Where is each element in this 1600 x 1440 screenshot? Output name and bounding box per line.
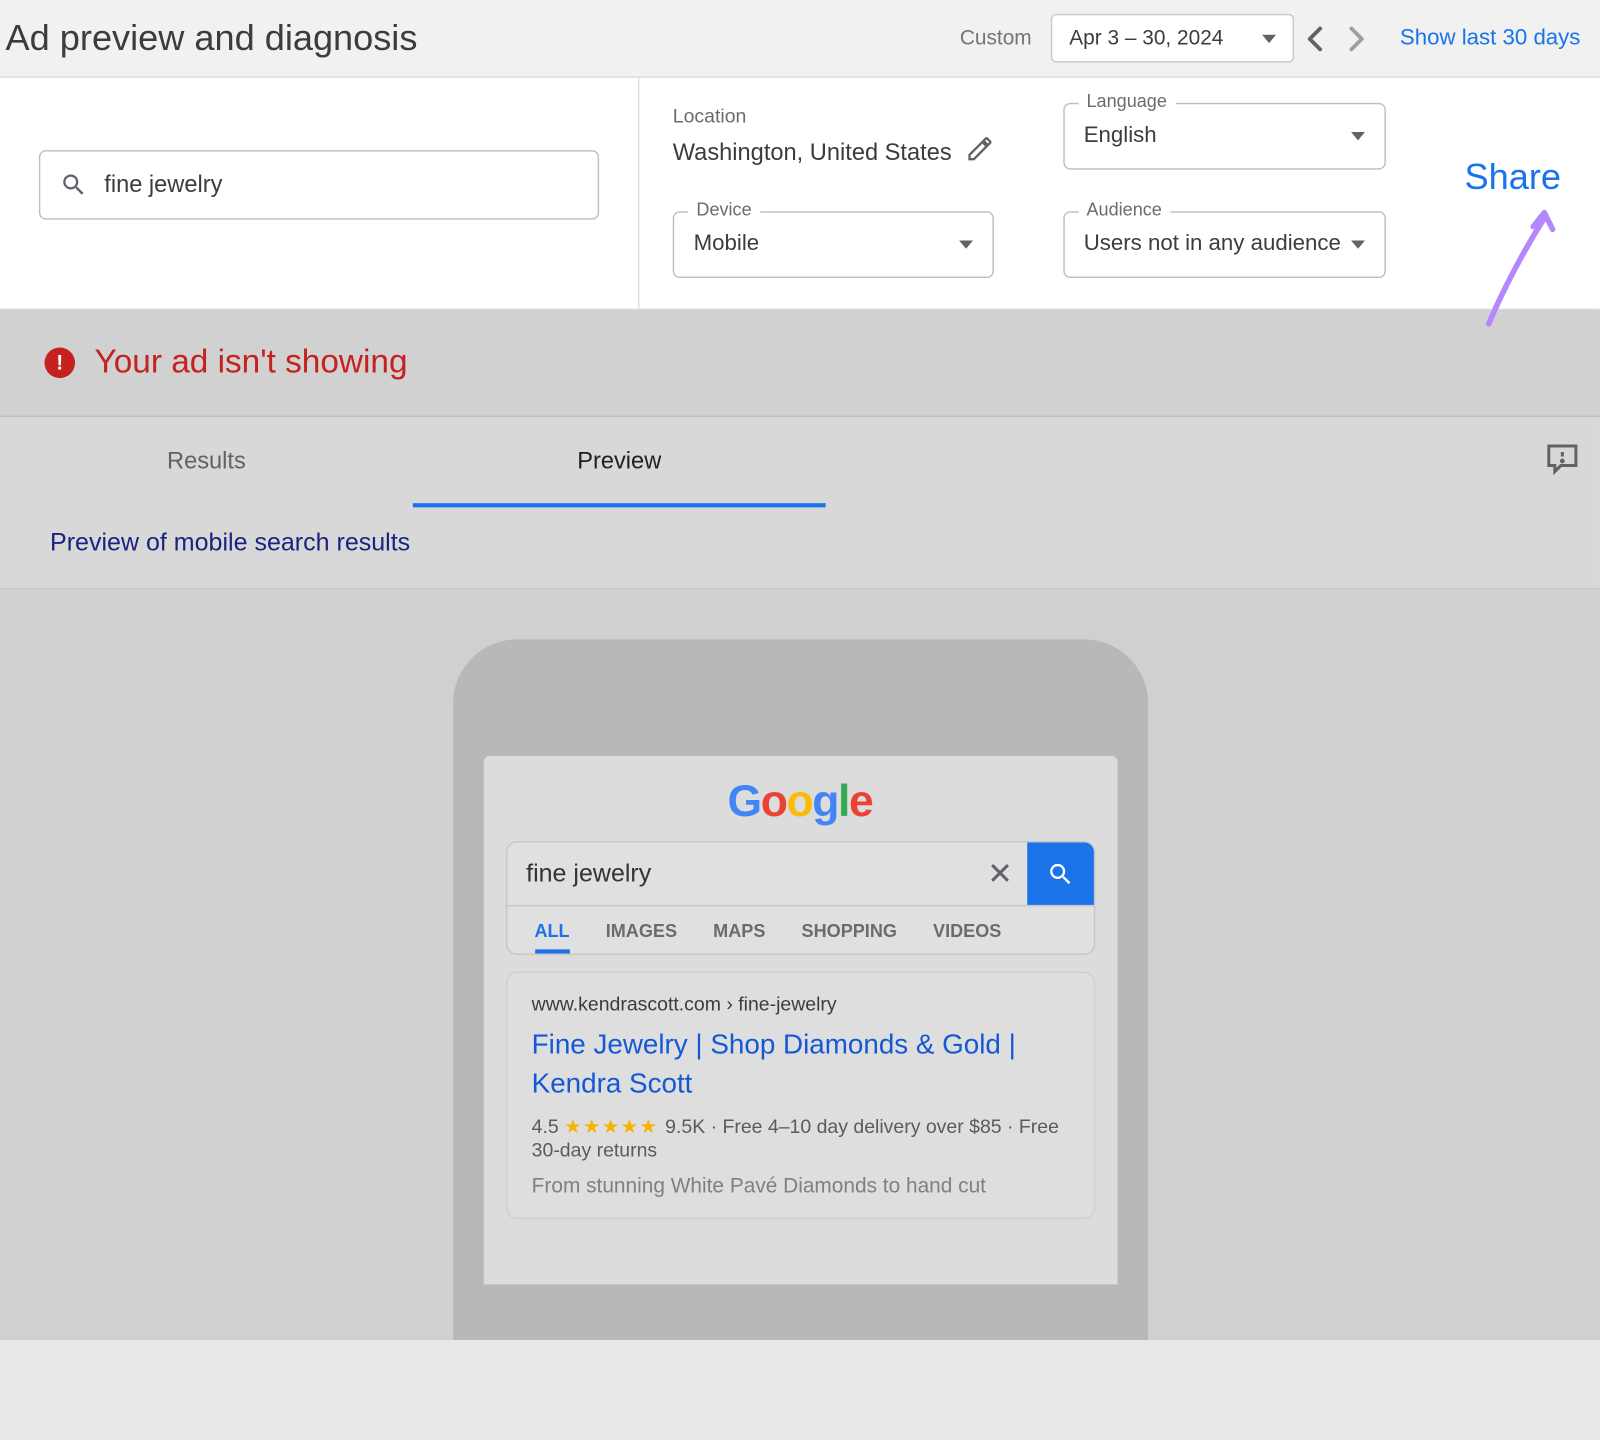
phone-frame: Google fine jewelry ✕ ALL IMAGES MAPS SH… — [452, 639, 1147, 1340]
serp-search-button[interactable] — [1027, 842, 1094, 905]
google-logo: Google — [483, 776, 1117, 841]
search-icon — [60, 171, 88, 199]
star-icon: ★★★★★ — [564, 1115, 665, 1137]
arrow-annotation-icon — [1472, 207, 1561, 327]
dropdown-icon — [1351, 132, 1365, 140]
device-select[interactable]: Device Mobile — [673, 211, 994, 278]
preview-subtitle: Preview of mobile search results — [0, 506, 1600, 589]
serp-result-card: www.kendrascott.com › fine-jewelry Fine … — [505, 972, 1094, 1219]
device-value: Mobile — [694, 232, 760, 257]
dropdown-icon — [1262, 34, 1276, 42]
page-title: Ad preview and diagnosis — [6, 17, 418, 60]
serp-tab-maps[interactable]: MAPS — [713, 920, 765, 942]
tab-results[interactable]: Results — [0, 417, 413, 506]
filter-row: fine jewelry Location Washington, United… — [0, 78, 1600, 310]
error-icon: ! — [44, 348, 75, 379]
location-label: Location — [673, 104, 994, 126]
serp-tab-videos[interactable]: VIDEOS — [933, 920, 1001, 942]
dropdown-icon — [1351, 240, 1365, 248]
share-annotation: Share — [1465, 156, 1561, 334]
result-rating-value: 4.5 — [532, 1115, 559, 1137]
serp-tabs: ALL IMAGES MAPS SHOPPING VIDEOS — [507, 906, 1094, 953]
prev-range-button[interactable] — [1294, 24, 1336, 52]
result-rating-count: 9.5K — [665, 1115, 705, 1137]
tab-preview[interactable]: Preview — [413, 417, 826, 507]
alert-text: Your ad isn't showing — [95, 343, 408, 382]
location-block: Location Washington, United States — [673, 104, 994, 169]
result-description: From stunning White Pavé Diamonds to han… — [532, 1175, 1069, 1199]
search-icon — [1046, 860, 1074, 888]
audience-value: Users not in any audience — [1084, 232, 1341, 257]
result-shipping: Free 4–10 day delivery over $85 — [722, 1115, 1001, 1137]
serp-tab-all[interactable]: ALL — [534, 920, 569, 953]
audience-label: Audience — [1078, 199, 1170, 220]
result-url: www.kendrascott.com › fine-jewelry — [532, 992, 1069, 1014]
audience-select[interactable]: Audience Users not in any audience — [1063, 211, 1385, 278]
edit-location-button[interactable] — [966, 135, 994, 170]
result-title[interactable]: Fine Jewelry | Shop Diamonds & Gold | Ke… — [532, 1026, 1069, 1104]
date-range-value: Apr 3 – 30, 2024 — [1069, 26, 1223, 50]
alert-bar: ! Your ad isn't showing — [0, 310, 1600, 417]
device-label: Device — [688, 199, 760, 220]
language-value: English — [1084, 124, 1157, 149]
date-range-label: Custom — [960, 26, 1032, 50]
keyword-search-input[interactable]: fine jewelry — [39, 150, 599, 220]
tab-strip: Results Preview — [0, 417, 1600, 506]
serp-tab-images[interactable]: IMAGES — [606, 920, 677, 942]
result-meta: 4.5 ★★★★★ 9.5K · Free 4–10 day delivery … — [532, 1115, 1069, 1161]
clear-query-button[interactable]: ✕ — [974, 842, 1027, 905]
serp-query-value[interactable]: fine jewelry — [507, 842, 974, 905]
language-select[interactable]: Language English — [1063, 103, 1385, 170]
serp-search-box: fine jewelry ✕ ALL IMAGES MAPS SHOPPING … — [505, 841, 1094, 955]
location-value: Washington, United States — [673, 138, 952, 166]
phone-preview-area: Google fine jewelry ✕ ALL IMAGES MAPS SH… — [0, 589, 1600, 1340]
header-bar: Ad preview and diagnosis Custom Apr 3 – … — [0, 0, 1600, 78]
share-annotation-text: Share — [1465, 156, 1561, 199]
date-range-picker[interactable]: Apr 3 – 30, 2024 — [1051, 14, 1294, 63]
phone-screen: Google fine jewelry ✕ ALL IMAGES MAPS SH… — [483, 756, 1117, 1284]
next-range-button[interactable] — [1336, 24, 1378, 52]
feedback-button[interactable] — [1544, 440, 1580, 483]
keyword-search-value: fine jewelry — [104, 171, 222, 199]
dropdown-icon — [959, 240, 973, 248]
language-label: Language — [1078, 90, 1175, 111]
serp-tab-shopping[interactable]: SHOPPING — [802, 920, 897, 942]
show-last-30-days-link[interactable]: Show last 30 days — [1400, 26, 1581, 51]
